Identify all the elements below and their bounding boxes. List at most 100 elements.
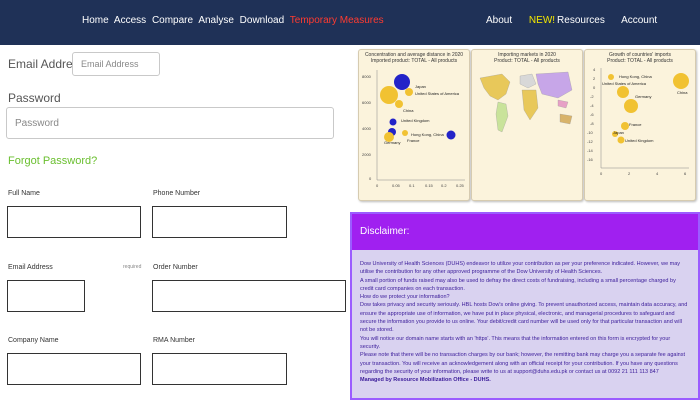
disclaimer-paragraph: How do we protect your information? bbox=[360, 294, 450, 301]
bubble-label: Germany bbox=[635, 94, 651, 99]
bubble-label: China bbox=[677, 90, 688, 95]
bubble-label: Hong Kong, China bbox=[411, 132, 444, 137]
bubble bbox=[608, 74, 614, 80]
map-region bbox=[519, 73, 537, 89]
company-input[interactable] bbox=[7, 353, 141, 385]
disclaimer-paragraph: Dow takes privacy and security seriously… bbox=[360, 302, 688, 334]
full-name-label: Full Name bbox=[8, 190, 40, 197]
email-form-label: Email Address bbox=[8, 264, 53, 271]
required-note: required bbox=[123, 264, 142, 270]
x-tick: 0.2 bbox=[441, 183, 447, 188]
y-tick: -6 bbox=[590, 112, 594, 117]
bubble bbox=[446, 130, 456, 140]
email-input[interactable]: Email Address bbox=[72, 52, 160, 76]
password-label: Password bbox=[8, 91, 61, 105]
x-tick: 0.25 bbox=[456, 183, 465, 188]
top-navigation-bar: Home Access Compare Analyse Download Tem… bbox=[0, 0, 700, 45]
x-tick: 0.05 bbox=[392, 183, 401, 188]
order-input[interactable] bbox=[152, 280, 346, 312]
email-form-input[interactable] bbox=[7, 280, 85, 312]
nav-resources-label: Resources bbox=[557, 15, 605, 26]
x-tick: 0.1 bbox=[409, 183, 415, 188]
bubble-chart: 8000 6000 4000 2000 0 0 0.05 0.1 0.15 0.… bbox=[362, 70, 465, 188]
nav-resources[interactable]: NEW! Resources bbox=[529, 15, 605, 26]
phone-label: Phone Number bbox=[153, 190, 201, 197]
x-tick: 6 bbox=[684, 171, 687, 176]
primary-nav: Home Access Compare Analyse Download Tem… bbox=[82, 15, 387, 26]
bubble-label: United Kingdom bbox=[625, 138, 654, 143]
bubble-chart: 4 2 0 -2 -4 -6 -8 -10 -12 -14 -16 0 2 4 … bbox=[587, 67, 689, 176]
y-tick: -12 bbox=[587, 139, 594, 144]
nav-access[interactable]: Access bbox=[114, 15, 146, 26]
nav-download[interactable]: Download bbox=[240, 15, 284, 26]
imports-growth-chart[interactable]: Growth of countries' imports Product: TO… bbox=[584, 49, 696, 201]
disclaimer-panel: Disclaimer: Dow University of Health Sci… bbox=[350, 212, 700, 400]
email-input-placeholder: Email Address bbox=[81, 59, 139, 69]
bubble-label: United States of America bbox=[602, 81, 647, 86]
nav-about[interactable]: About bbox=[486, 15, 512, 26]
full-name-input[interactable] bbox=[7, 206, 141, 238]
x-tick: 0 bbox=[600, 171, 603, 176]
y-tick: 4 bbox=[593, 67, 596, 72]
x-tick: 0.15 bbox=[425, 183, 434, 188]
bubble-label: France bbox=[407, 138, 420, 143]
company-label: Company Name bbox=[8, 337, 59, 344]
nav-home[interactable]: Home bbox=[82, 15, 109, 26]
chart-thumbnails: Concentration and average distance in 20… bbox=[356, 45, 700, 205]
y-tick: -10 bbox=[587, 130, 594, 135]
disclaimer-header: Disclaimer: bbox=[352, 214, 698, 250]
disclaimer-paragraph: Please note that there will be no transa… bbox=[360, 352, 685, 375]
map-region bbox=[559, 113, 573, 125]
bubble bbox=[402, 130, 408, 136]
nav-temporary-measures[interactable]: Temporary Measures bbox=[290, 15, 384, 26]
bubble bbox=[394, 74, 410, 90]
map-region bbox=[535, 71, 573, 99]
bubble bbox=[389, 118, 397, 126]
y-tick: 4000 bbox=[362, 126, 372, 131]
nav-analyse[interactable]: Analyse bbox=[198, 15, 234, 26]
map-region bbox=[521, 89, 539, 121]
nav-account[interactable]: Account bbox=[621, 15, 657, 26]
y-tick: 0 bbox=[369, 176, 372, 181]
map-region bbox=[557, 99, 569, 109]
map-region bbox=[495, 101, 509, 133]
x-tick: 4 bbox=[656, 171, 659, 176]
y-tick: -14 bbox=[587, 148, 594, 153]
y-tick: -4 bbox=[590, 103, 594, 108]
disclaimer-paragraph: A small portion of funds raised may also… bbox=[360, 277, 676, 292]
new-badge: NEW! bbox=[528, 15, 556, 26]
bubble bbox=[405, 88, 413, 96]
bubble-label: United Kingdom bbox=[401, 118, 430, 123]
world-map bbox=[479, 71, 573, 133]
bubble-label: United States of America bbox=[415, 91, 460, 96]
concentration-chart[interactable]: Concentration and average distance in 20… bbox=[358, 49, 470, 201]
password-input[interactable]: Password bbox=[6, 107, 334, 139]
y-tick: -16 bbox=[587, 157, 594, 162]
bubble bbox=[621, 122, 629, 130]
y-tick: 2000 bbox=[362, 152, 372, 157]
disclaimer-body: Dow University of Health Sciences (DUHS)… bbox=[360, 260, 690, 384]
bubble bbox=[395, 100, 403, 108]
forgot-password-link[interactable]: Forgot Password? bbox=[8, 155, 97, 167]
secondary-nav: About NEW! Resources Account bbox=[486, 15, 671, 26]
disclaimer-paragraph: Dow University of Health Sciences (DUHS)… bbox=[360, 261, 681, 276]
bubble-label: France bbox=[629, 122, 642, 127]
phone-input[interactable] bbox=[152, 206, 287, 238]
bubble bbox=[617, 136, 625, 144]
y-tick: 2 bbox=[593, 76, 596, 81]
order-label: Order Number bbox=[153, 264, 198, 271]
disclaimer-title: Disclaimer: bbox=[360, 226, 410, 237]
y-tick: 0 bbox=[593, 85, 596, 90]
bubble-label: Germany bbox=[384, 140, 400, 145]
bubble bbox=[624, 99, 638, 113]
rma-input[interactable] bbox=[152, 353, 287, 385]
importing-markets-map[interactable]: Importing markets in 2020 Product: TOTAL… bbox=[471, 49, 583, 201]
disclaimer-paragraph: Managed by Resource Mobilization Office … bbox=[360, 377, 491, 384]
map-region bbox=[479, 73, 511, 101]
bubble-label: Hong Kong, China bbox=[619, 74, 652, 79]
y-tick: 6000 bbox=[362, 100, 372, 105]
nav-compare[interactable]: Compare bbox=[152, 15, 193, 26]
bubble bbox=[380, 86, 398, 104]
bubble bbox=[673, 73, 689, 89]
x-tick: 2 bbox=[628, 171, 631, 176]
